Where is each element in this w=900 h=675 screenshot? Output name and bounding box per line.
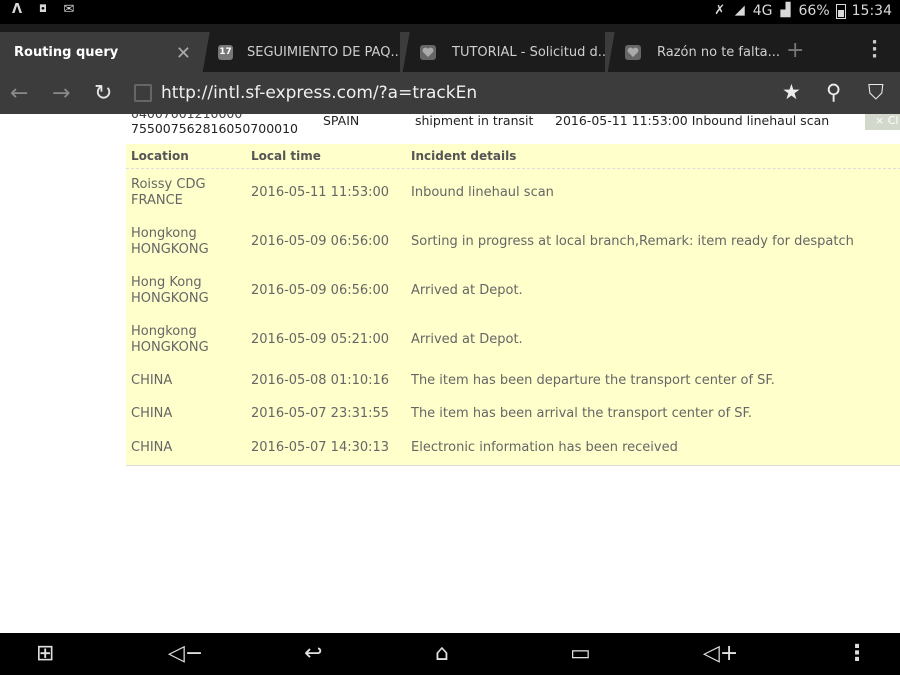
row-details: Inbound linehaul scan	[411, 185, 554, 200]
tab-title: Routing query	[14, 44, 119, 60]
close-tab-icon[interactable]: ✕	[176, 43, 191, 64]
row-location: Hong Kong	[131, 275, 202, 290]
system-nav-bar: ⊞ ◁− ↩ ⌂ ▭ ◁+ ⋮	[0, 633, 900, 675]
address-bar[interactable]: http://intl.sf-express.com/?a=trackEn	[126, 77, 776, 109]
tab-title: SEGUIMIENTO DE PAQ...	[247, 44, 398, 60]
row-time: 2016-05-09 06:56:00	[251, 283, 390, 298]
header-incident-details: Incident details	[411, 149, 517, 163]
new-tab-icon[interactable]: +	[786, 38, 804, 63]
row-location: CHINA	[131, 406, 173, 421]
clock: 15:34	[851, 3, 892, 19]
row-time: 2016-05-09 05:21:00	[251, 332, 390, 347]
back-nav-icon[interactable]: ↩	[304, 641, 322, 666]
mail-icon: ✉	[63, 2, 75, 17]
toolbar: ← → ↻ http://intl.sf-express.com/?a=trac…	[0, 72, 900, 114]
recents-icon[interactable]: ▭	[570, 641, 591, 666]
shipment-summary-row: 04007001210000 755007562816050700010 SPA…	[0, 114, 900, 146]
row-location: CHINA	[131, 440, 173, 455]
bookmarks-icon[interactable]: ⛉	[868, 80, 884, 105]
row-details: Electronic information has been received	[411, 440, 678, 455]
voicemail-icon: ◘	[39, 4, 47, 15]
row-location: Roissy CDG	[131, 177, 206, 192]
mute-icon: ✗	[714, 3, 726, 18]
row-details: Arrived at Depot.	[411, 283, 523, 298]
row-country: FRANCE	[131, 193, 183, 208]
tab-razon[interactable]: Razón no te falta......	[625, 32, 780, 72]
search-icon[interactable]: ⚲	[826, 80, 841, 104]
header-local-time: Local time	[251, 149, 321, 163]
volume-down-icon[interactable]: ◁−	[168, 641, 203, 666]
tracking-number-partial: 04007001210000	[131, 114, 242, 121]
tracking-number: 755007562816050700010	[131, 121, 299, 136]
row-time: 2016-05-07 23:31:55	[251, 406, 390, 421]
network-type: 4G	[752, 3, 773, 19]
calendar-favicon-icon: 17	[218, 44, 233, 60]
row-location: CHINA	[131, 373, 173, 388]
header-location: Location	[131, 149, 189, 163]
overflow-menu-icon[interactable]: ⋮	[846, 641, 868, 666]
tab-title: Razón no te falta......	[657, 44, 780, 60]
heart-favicon-icon	[625, 44, 641, 60]
battery-percent: 66%	[798, 3, 830, 19]
volume-up-icon[interactable]: ◁+	[703, 641, 738, 666]
screenshot-icon[interactable]: ⊞	[36, 641, 54, 666]
forward-icon[interactable]: →	[52, 81, 70, 106]
shipment-status: shipment in transit	[415, 114, 534, 128]
star-icon[interactable]: ★	[782, 80, 801, 104]
destination: SPAIN	[323, 114, 360, 128]
app-notification-icon: Λ	[11, 2, 23, 17]
url-text[interactable]: http://intl.sf-express.com/?a=trackEn	[161, 83, 477, 103]
menu-icon[interactable]: · · ·	[871, 34, 878, 66]
row-details: Sorting in progress at local branch,Rema…	[411, 234, 854, 249]
heart-favicon-icon	[420, 44, 436, 60]
tab-strip: Routing query ✕ 17 SEGUIMIENTO DE PAQ...…	[0, 24, 900, 72]
tab-tutorial[interactable]: TUTORIAL - Solicitud d...	[420, 32, 605, 72]
row-location: Hongkong	[131, 324, 197, 339]
close-button[interactable]: × Cl	[865, 114, 900, 130]
row-details: Arrived at Depot.	[411, 332, 523, 347]
row-time: 2016-05-08 01:10:16	[251, 373, 390, 388]
tab-routing-query[interactable]: Routing query ✕	[0, 32, 205, 72]
tab-seguimiento[interactable]: 17 SEGUIMIENTO DE PAQ...	[218, 32, 398, 72]
row-details: The item has been arrival the transport …	[411, 406, 753, 421]
row-country: HONGKONG	[131, 340, 209, 355]
row-country: HONGKONG	[131, 291, 209, 306]
home-icon[interactable]: ⌂	[435, 641, 449, 666]
page-info-icon[interactable]	[134, 84, 152, 102]
table-header: Location Local time Incident details	[126, 144, 900, 169]
back-icon[interactable]: ←	[10, 81, 28, 106]
reload-icon[interactable]: ↻	[94, 81, 112, 106]
row-time: 2016-05-11 11:53:00	[251, 185, 390, 200]
row-details: The item has been departure the transpor…	[411, 373, 775, 388]
row-location: Hongkong	[131, 226, 197, 241]
row-country: HONGKONG	[131, 242, 209, 257]
page-content: 04007001210000 755007562816050700010 SPA…	[0, 114, 900, 633]
signal-icon: ▟	[780, 3, 791, 18]
row-time: 2016-05-09 06:56:00	[251, 234, 390, 249]
tracking-details-panel: Location Local time Incident details Roi…	[126, 144, 900, 466]
tab-title: TUTORIAL - Solicitud d...	[452, 44, 605, 60]
latest-event: 2016-05-11 11:53:00 Inbound linehaul sca…	[555, 114, 830, 128]
wifi-icon: ◢	[734, 3, 745, 18]
status-bar: Λ ◘ ✉ ✗ ◢ 4G ▟ 66% 15:34	[0, 0, 900, 24]
row-time: 2016-05-07 14:30:13	[251, 440, 390, 455]
battery-icon	[835, 3, 846, 19]
